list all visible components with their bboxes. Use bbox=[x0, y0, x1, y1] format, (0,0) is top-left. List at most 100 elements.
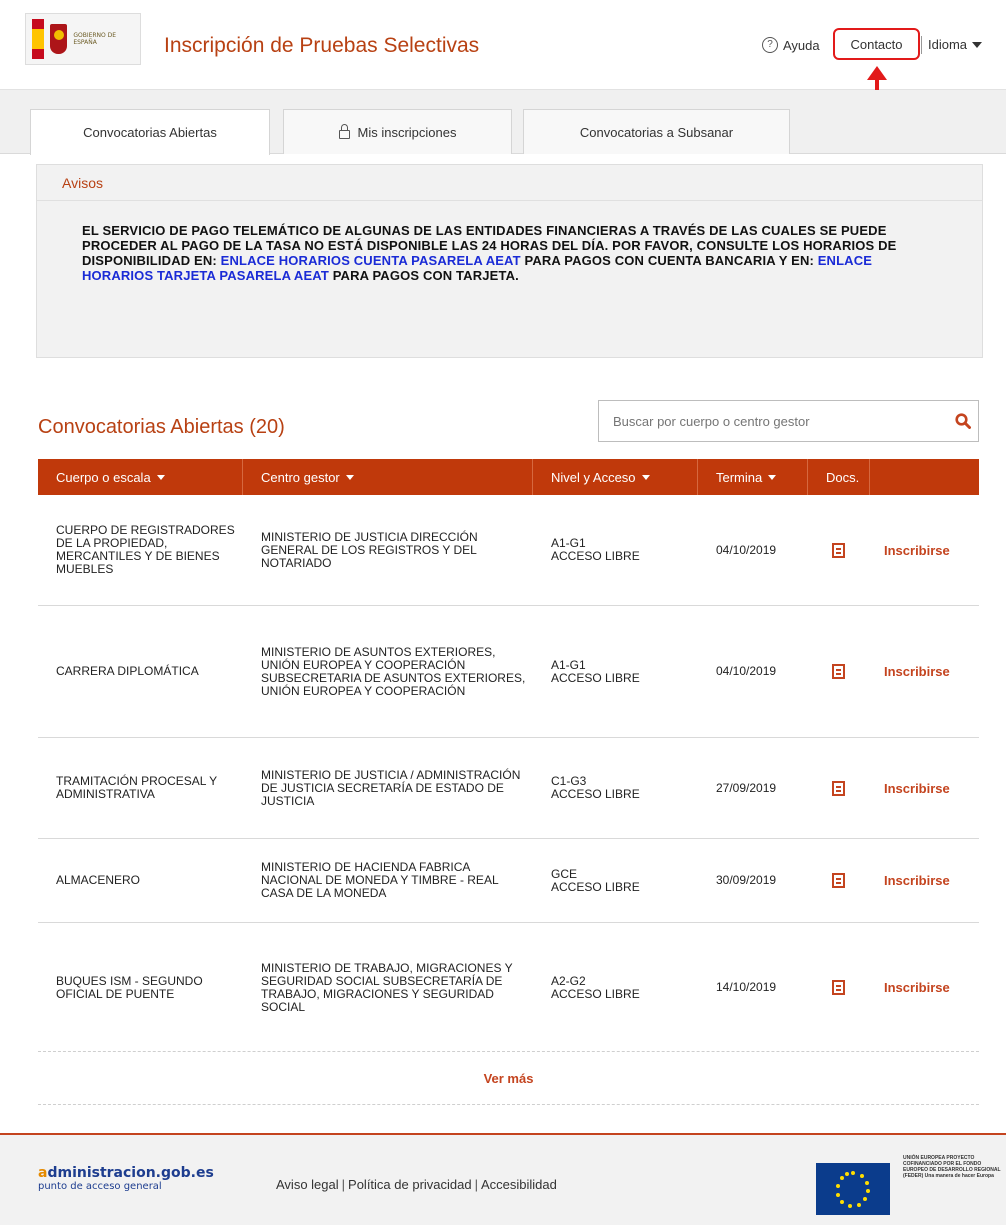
privacidad-link[interactable]: Política de privacidad bbox=[348, 1177, 472, 1192]
cell-termina: 14/10/2019 bbox=[716, 980, 777, 994]
cell-docs bbox=[808, 873, 870, 888]
table-row: ALMACENERO MINISTERIO DE HACIENDA FABRIC… bbox=[38, 839, 979, 923]
cell-cuerpo: TRAMITACIÓN PROCESAL Y ADMINISTRATIVA bbox=[56, 774, 217, 801]
column-label: Termina bbox=[716, 469, 763, 485]
cell-nivel: A1-G1 ACCESO LIBRE bbox=[533, 657, 698, 685]
column-label: Docs. bbox=[826, 469, 860, 485]
cell-centro: MINISTERIO DE JUSTICIA / ADMINISTRACIÓN … bbox=[261, 767, 521, 808]
document-icon[interactable] bbox=[832, 664, 845, 679]
table-row: CUERPO DE REGISTRADORES DE LA PROPIEDAD,… bbox=[38, 495, 979, 606]
column-label: Centro gestor bbox=[261, 469, 340, 485]
sort-caret-icon bbox=[768, 474, 777, 480]
language-selector[interactable]: Idioma bbox=[928, 37, 983, 52]
column-cuerpo[interactable]: Cuerpo o escala bbox=[38, 459, 243, 495]
logo-text: GOBIERNO DE ESPAÑA bbox=[73, 32, 117, 46]
notices-panel: Avisos EL SERVICIO DE PAGO TELEMÁTICO DE… bbox=[36, 164, 983, 358]
cell-nivel: A2-G2 ACCESO LIBRE bbox=[533, 973, 698, 1001]
inscribirse-link[interactable]: Inscribirse bbox=[870, 665, 979, 678]
tab-label: Convocatorias a Subsanar bbox=[579, 124, 734, 140]
nivel-code: A2-G2 bbox=[551, 973, 586, 988]
inscribirse-link[interactable]: Inscribirse bbox=[870, 544, 979, 557]
cell-docs bbox=[808, 780, 870, 796]
aviso-legal-link[interactable]: Aviso legal bbox=[276, 1177, 339, 1192]
logo-sub: punto de acceso general bbox=[38, 1181, 162, 1192]
app-title[interactable]: Inscripción de Pruebas Selectivas bbox=[164, 34, 479, 58]
document-icon[interactable] bbox=[832, 542, 845, 558]
nivel-code: A1-G1 bbox=[551, 657, 586, 672]
list-title: Convocatorias Abiertas (20) bbox=[38, 416, 285, 438]
document-icon[interactable] bbox=[832, 873, 845, 888]
cell-centro: MINISTERIO DE TRABAJO, MIGRACIONES Y SEG… bbox=[261, 960, 513, 1014]
logo-main: administracion.gob.es bbox=[38, 1165, 214, 1181]
column-action bbox=[870, 459, 979, 495]
footer-links: Aviso legal | Política de privacidad | Acces… bbox=[276, 1177, 557, 1192]
help-icon: ? bbox=[762, 37, 778, 53]
document-icon[interactable] bbox=[832, 780, 845, 796]
lock-icon bbox=[338, 123, 350, 139]
acceso-type: ACCESO LIBRE bbox=[551, 670, 640, 685]
cell-docs bbox=[808, 980, 870, 995]
nivel-code: GCE bbox=[551, 866, 578, 881]
column-termina[interactable]: Termina bbox=[698, 459, 808, 495]
search-box[interactable] bbox=[598, 400, 979, 442]
table-row: BUQUES ISM - SEGUNDO OFICIAL DE PUENTE M… bbox=[38, 923, 979, 1052]
cell-termina: 30/09/2019 bbox=[716, 873, 777, 887]
cell-nivel: C1-G3 ACCESO LIBRE bbox=[533, 775, 698, 801]
cell-nivel: A1-G1 ACCESO LIBRE bbox=[533, 537, 698, 563]
inscribirse-link[interactable]: Inscribirse bbox=[870, 981, 979, 994]
cell-centro: MINISTERIO DE HACIENDA FABRICA NACIONAL … bbox=[261, 860, 499, 900]
notices-title: Avisos bbox=[37, 165, 982, 201]
cell-docs bbox=[808, 542, 870, 558]
tab-mis-inscripciones[interactable]: Mis inscripciones bbox=[283, 109, 512, 154]
header: GOBIERNO DE ESPAÑA Inscripción de Prueba… bbox=[0, 0, 1006, 90]
search-icon bbox=[955, 413, 971, 429]
convocatorias-table: Cuerpo o escala Centro gestor Nivel y Ac… bbox=[38, 459, 979, 1105]
tab-label: Convocatorias Abiertas bbox=[83, 125, 217, 140]
search-button[interactable] bbox=[948, 406, 978, 436]
eu-flag-icon bbox=[816, 1163, 890, 1215]
search-input[interactable] bbox=[599, 413, 948, 429]
acceso-type: ACCESO LIBRE bbox=[551, 787, 640, 801]
tab-convocatorias-abiertas[interactable]: Convocatorias Abiertas bbox=[30, 109, 270, 155]
logo-wordmark: dministracion.gob.es bbox=[47, 1165, 214, 1181]
tab-bar: Convocatorias Abiertas Mis inscripciones… bbox=[0, 90, 1006, 155]
table-header: Cuerpo o escala Centro gestor Nivel y Ac… bbox=[38, 459, 979, 495]
ver-mas-link[interactable]: Ver más bbox=[38, 1051, 979, 1105]
column-centro[interactable]: Centro gestor bbox=[243, 459, 533, 495]
tab-convocatorias-subsanar[interactable]: Convocatorias a Subsanar bbox=[523, 109, 790, 154]
column-label: Nivel y Acceso bbox=[551, 469, 636, 485]
table-row: TRAMITACIÓN PROCESAL Y ADMINISTRATIVA MI… bbox=[38, 738, 979, 839]
footer: administracion.gob.es punto de acceso ge… bbox=[0, 1133, 1006, 1225]
acceso-type: ACCESO LIBRE bbox=[551, 986, 640, 1001]
spain-flag-icon bbox=[32, 19, 44, 59]
inscribirse-link[interactable]: Inscribirse bbox=[870, 782, 979, 795]
cell-termina: 04/10/2019 bbox=[716, 664, 777, 678]
acceso-type: ACCESO LIBRE bbox=[551, 879, 640, 894]
gobierno-logo[interactable]: GOBIERNO DE ESPAÑA bbox=[25, 13, 141, 65]
language-label: Idioma bbox=[928, 37, 968, 52]
cell-cuerpo: BUQUES ISM - SEGUNDO OFICIAL DE PUENTE bbox=[56, 973, 203, 1001]
caret-down-icon bbox=[972, 41, 983, 48]
administracion-logo[interactable]: administracion.gob.es punto de acceso ge… bbox=[38, 1165, 214, 1192]
cell-docs bbox=[808, 664, 870, 679]
tab-label: Mis inscripciones bbox=[357, 124, 457, 140]
table-row: CARRERA DIPLOMÁTICA MINISTERIO DE ASUNTO… bbox=[38, 606, 979, 738]
help-link[interactable]: ? Ayuda bbox=[762, 37, 820, 53]
link-horarios-cuenta[interactable]: ENLACE HORARIOS CUENTA PASARELA AEAT bbox=[221, 253, 521, 268]
sort-caret-icon bbox=[156, 474, 165, 480]
cell-termina: 27/09/2019 bbox=[716, 780, 777, 795]
acceso-type: ACCESO LIBRE bbox=[551, 549, 640, 563]
accesibilidad-link[interactable]: Accesibilidad bbox=[481, 1177, 557, 1192]
cell-termina: 04/10/2019 bbox=[716, 542, 777, 557]
column-nivel[interactable]: Nivel y Acceso bbox=[533, 459, 698, 495]
document-icon[interactable] bbox=[832, 980, 845, 995]
cell-cuerpo: CARRERA DIPLOMÁTICA bbox=[56, 664, 199, 678]
sort-caret-icon bbox=[345, 474, 354, 480]
cell-cuerpo: CUERPO DE REGISTRADORES DE LA PROPIEDAD,… bbox=[56, 523, 235, 576]
coat-of-arms-icon bbox=[49, 24, 68, 54]
inscribirse-link[interactable]: Inscribirse bbox=[870, 874, 979, 887]
notice-text: PARA PAGOS CON TARJETA. bbox=[328, 268, 519, 283]
cell-cuerpo: ALMACENERO bbox=[56, 873, 141, 887]
contact-link[interactable]: Contacto bbox=[833, 28, 920, 60]
cell-nivel: GCE ACCESO LIBRE bbox=[533, 866, 698, 894]
